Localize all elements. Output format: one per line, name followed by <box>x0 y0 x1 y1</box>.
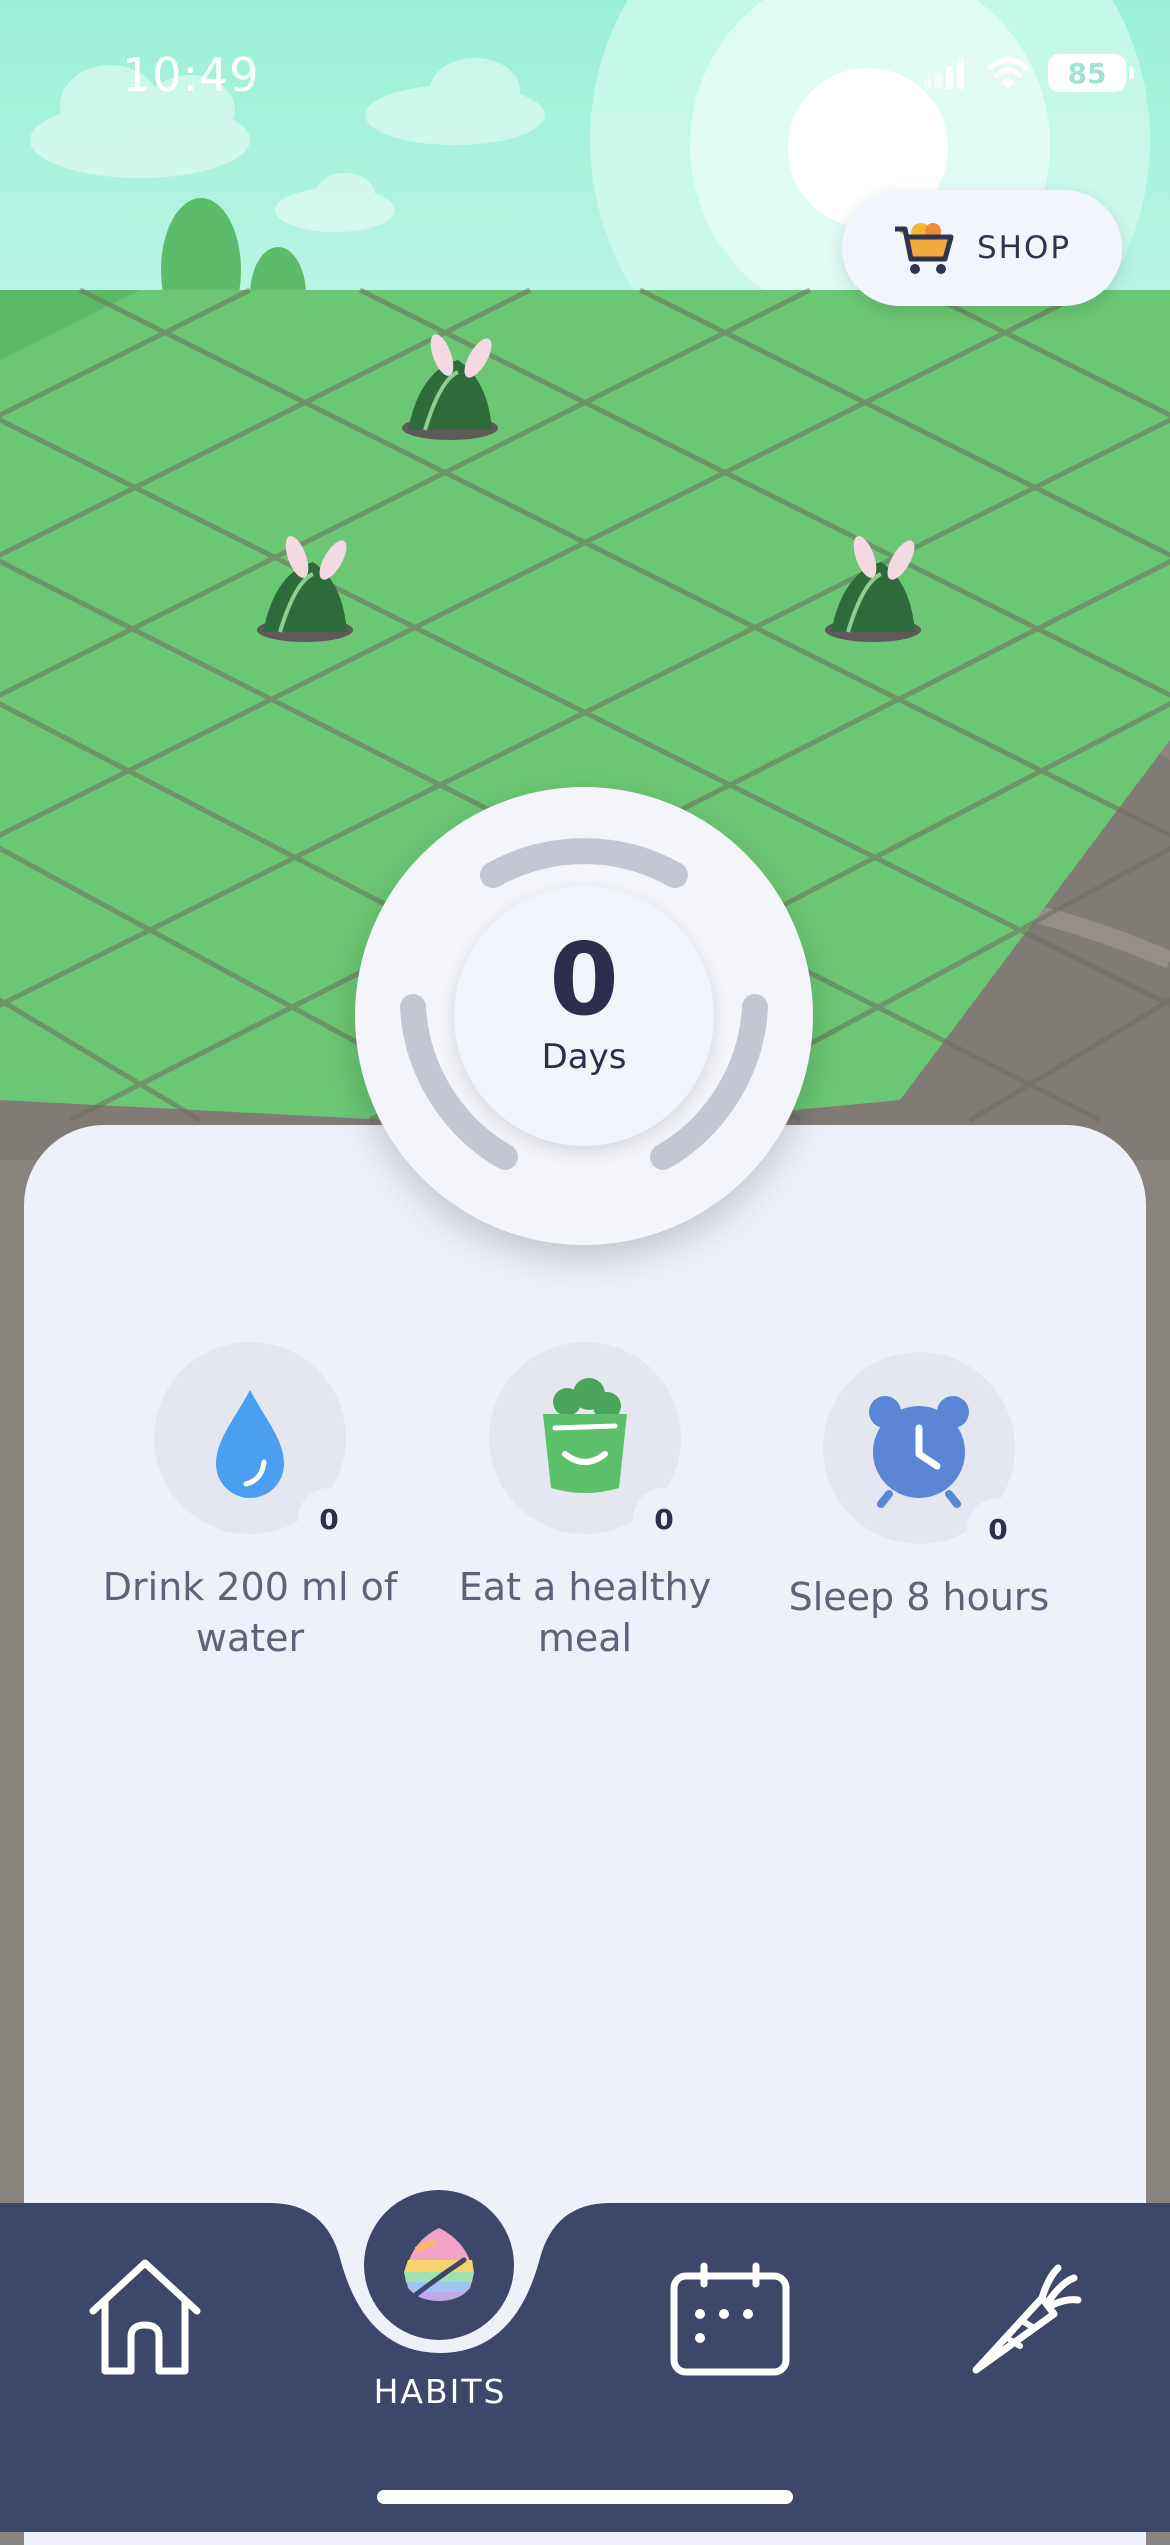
habit-icon-circle: 0 <box>823 1352 1029 1560</box>
habit-count: 0 <box>967 1498 1029 1560</box>
wifi-icon <box>987 57 1029 88</box>
home-icon <box>89 2259 201 2375</box>
habit-label: Sleep 8 hours <box>788 1575 1050 1619</box>
habit-healthy-meal[interactable]: 0 Eat a healthy meal <box>435 1342 735 1665</box>
streak-counter[interactable]: 0 Days <box>355 787 813 1245</box>
habit-icon-circle: 0 <box>154 1342 360 1550</box>
nav-habits-label: HABITS <box>373 2372 507 2411</box>
habit-sleep[interactable]: 0 Sleep 8 hours <box>769 1352 1069 1623</box>
carrot-icon <box>972 2264 1082 2374</box>
habit-count: 0 <box>633 1488 695 1550</box>
habit-label: Eat a healthy meal <box>458 1565 712 1661</box>
streak-unit: Days <box>541 1037 627 1077</box>
habit-drink-water[interactable]: 0 Drink 200 ml of water <box>100 1342 400 1665</box>
status-time: 10:49 <box>122 48 260 102</box>
home-indicator[interactable] <box>377 2490 793 2504</box>
shop-button[interactable]: SHOP <box>842 190 1122 306</box>
streak-count: 0 <box>549 921 619 1038</box>
habit-count: 0 <box>298 1488 360 1550</box>
habit-label: Drink 200 ml of water <box>102 1565 398 1661</box>
status-icons: 85 <box>924 54 1134 92</box>
cellular-signal-icon <box>924 59 964 89</box>
nav-carrot[interactable] <box>962 2258 1086 2386</box>
battery-indicator: 85 <box>1048 54 1134 92</box>
habit-icon-circle: 0 <box>489 1342 695 1550</box>
shopping-cart-icon <box>894 223 954 274</box>
nav-home[interactable] <box>83 2255 207 2383</box>
habits-leaf-icon <box>401 2228 474 2307</box>
nav-habits-button[interactable] <box>364 2190 514 2340</box>
calendar-icon <box>670 2262 790 2376</box>
shop-label: SHOP <box>976 230 1072 266</box>
nav-calendar[interactable] <box>668 2262 792 2382</box>
